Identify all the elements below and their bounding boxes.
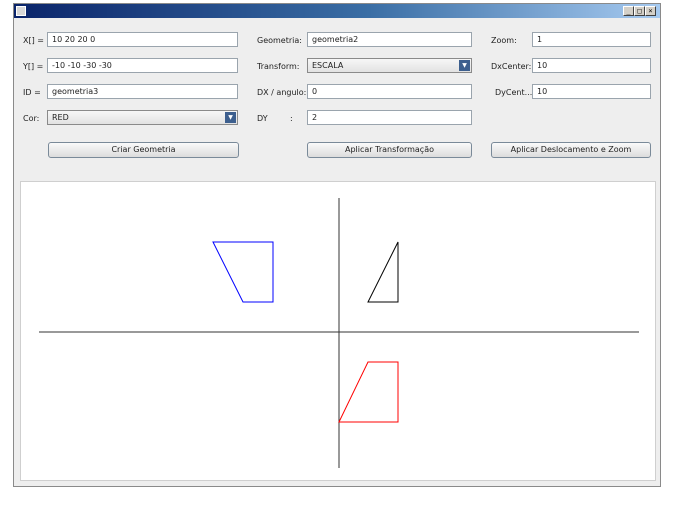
- x-field[interactable]: 10 20 20 0: [47, 32, 238, 47]
- cor-label: Cor:: [23, 114, 40, 123]
- drawing-canvas[interactable]: [20, 181, 656, 481]
- close-button[interactable]: ×: [645, 6, 656, 16]
- zoom-label: Zoom:: [491, 36, 517, 45]
- java-app-icon: [16, 6, 26, 16]
- dxcenter-field[interactable]: 10: [532, 58, 651, 73]
- x-label: X[] =: [23, 36, 44, 45]
- aplicar-deslocamento-zoom-button[interactable]: Aplicar Deslocamento e Zoom: [491, 142, 651, 158]
- transform-select-value: ESCALA: [312, 61, 344, 70]
- dycenter-field[interactable]: 10: [532, 84, 651, 99]
- chevron-down-icon[interactable]: ▼: [225, 112, 236, 123]
- y-field[interactable]: -10 -10 -30 -30: [47, 58, 238, 73]
- cor-select[interactable]: RED ▼: [47, 110, 238, 125]
- criar-geometria-button[interactable]: Criar Geometria: [48, 142, 239, 158]
- app-window: _ □ × X[] = 10 20 20 0 Geometria: geomet…: [13, 3, 661, 487]
- chevron-down-icon[interactable]: ▼: [459, 60, 470, 71]
- y-label: Y[] =: [23, 62, 44, 71]
- dx-angulo-field[interactable]: 0: [307, 84, 472, 99]
- title-bar[interactable]: _ □ ×: [14, 4, 660, 18]
- geometry-plot: [39, 198, 639, 468]
- maximize-button[interactable]: □: [634, 6, 645, 16]
- black-geometry: [367, 241, 399, 303]
- transform-label: Transform:: [257, 62, 300, 71]
- geometria-field[interactable]: geometria2: [307, 32, 472, 47]
- dy-field[interactable]: 2: [307, 110, 472, 125]
- transform-select[interactable]: ESCALA ▼: [307, 58, 472, 73]
- geometria-label: Geometria:: [257, 36, 302, 45]
- dy-label: DY: [257, 114, 268, 123]
- dxcenter-label: DxCenter:: [491, 62, 532, 71]
- dx-angulo-label: DX / angulo:: [257, 88, 307, 97]
- dycenter-label: DyCent...: [495, 88, 533, 97]
- red-geometry: [338, 361, 399, 423]
- blue-geometry: [212, 241, 274, 303]
- id-label: ID =: [23, 88, 41, 97]
- dy-colon: :: [290, 114, 293, 123]
- zoom-field[interactable]: 1: [532, 32, 651, 47]
- minimize-button[interactable]: _: [623, 6, 634, 16]
- cor-select-value: RED: [52, 113, 69, 122]
- aplicar-transformacao-button[interactable]: Aplicar Transformação: [307, 142, 472, 158]
- id-field[interactable]: geometria3: [47, 84, 238, 99]
